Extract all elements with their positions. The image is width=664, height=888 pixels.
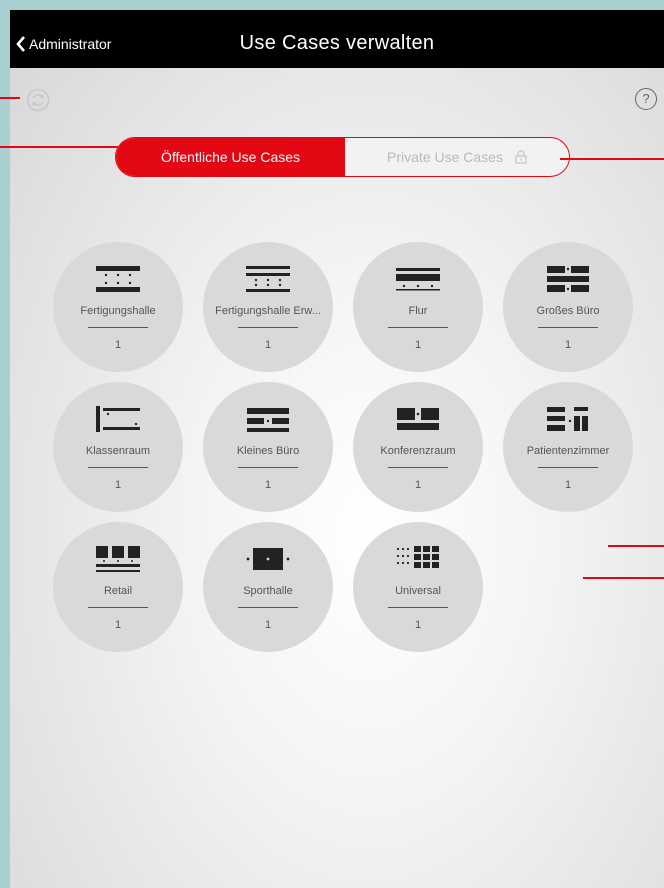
divider: [388, 467, 448, 468]
public-use-cases-label: Öffentliche Use Cases: [160, 149, 301, 165]
use-case-count: 1: [114, 619, 122, 631]
use-case-label: Retail: [103, 585, 133, 597]
layout-sporthalle-icon: [246, 548, 290, 570]
use-case-label: Patientenzimmer: [526, 445, 610, 457]
layout-fertigungshalle-erweitert-icon: [246, 266, 290, 292]
divider: [238, 467, 298, 468]
use-case-label: Großes Büro: [536, 305, 600, 317]
divider: [88, 467, 148, 468]
private-use-cases-label: Private Use Cases: [387, 149, 503, 165]
callout-line-grid-1: [608, 545, 664, 547]
divider: [238, 327, 298, 328]
use-case-card-kleines-buero[interactable]: Kleines Büro 1: [203, 382, 333, 512]
callout-line-grid-2: [583, 577, 664, 579]
layout-flur-icon: [396, 268, 440, 291]
layout-kleines-buero-icon: [247, 408, 289, 432]
use-case-card-klassenraum[interactable]: Klassenraum 1: [53, 382, 183, 512]
use-case-label: Kleines Büro: [236, 445, 300, 457]
use-case-card-fertigungshalle-erweitert[interactable]: Fertigungshalle Erw... 1: [203, 242, 333, 372]
use-case-label: Universal: [395, 585, 441, 597]
use-case-count: 1: [564, 339, 572, 351]
divider: [88, 607, 148, 608]
use-case-card-flur[interactable]: Flur 1: [353, 242, 483, 372]
use-case-card-retail[interactable]: Retail 1: [53, 522, 183, 652]
use-case-label: Flur: [408, 305, 428, 317]
use-case-count: 1: [564, 479, 572, 491]
app-screen: Administrator Use Cases verwalten ? Öffe…: [10, 10, 664, 888]
layout-klassenraum-icon: [96, 406, 140, 432]
use-case-card-universal[interactable]: Universal 1: [353, 522, 483, 652]
callout-line-private-tab: [560, 158, 664, 160]
public-use-cases-tab[interactable]: Öffentliche Use Cases: [116, 138, 345, 176]
use-case-label: Sporthalle: [243, 585, 293, 597]
divider: [238, 607, 298, 608]
use-case-label: Fertigungshalle: [80, 305, 156, 317]
divider: [88, 327, 148, 328]
layout-retail-icon: [96, 546, 140, 572]
use-case-count: 1: [264, 339, 272, 351]
layout-fertigungshalle-icon: [96, 266, 140, 292]
page-title: Use Cases verwalten: [239, 32, 435, 54]
layout-patientenzimmer-icon: [547, 407, 588, 431]
use-case-count: 1: [414, 339, 422, 351]
use-case-count: 1: [114, 479, 122, 491]
use-case-count: 1: [114, 339, 122, 351]
divider: [388, 607, 448, 608]
use-case-label: Konferenzraum: [380, 445, 456, 457]
use-case-label: Fertigungshalle Erw...: [215, 305, 321, 317]
divider: [538, 467, 598, 468]
use-case-count: 1: [414, 479, 422, 491]
help-icon[interactable]: ?: [635, 88, 657, 110]
private-use-cases-tab[interactable]: Private Use Cases: [345, 138, 569, 176]
refresh-icon[interactable]: [26, 88, 50, 112]
top-bar: Administrator Use Cases verwalten: [10, 10, 664, 68]
use-case-count: 1: [414, 619, 422, 631]
lock-icon: [515, 150, 527, 164]
use-case-card-grosses-buero[interactable]: Großes Büro 1: [503, 242, 633, 372]
divider: [538, 327, 598, 328]
callout-line-refresh: [0, 97, 20, 99]
use-case-card-sporthalle[interactable]: Sporthalle 1: [203, 522, 333, 652]
use-case-scope-toggle: Öffentliche Use Cases Private Use Cases: [115, 137, 570, 177]
layout-grosses-buero-icon: [547, 266, 589, 292]
layout-konferenzraum-icon: [397, 408, 439, 430]
use-case-card-konferenzraum[interactable]: Konferenzraum 1: [353, 382, 483, 512]
use-case-count: 1: [264, 619, 272, 631]
layout-universal-icon: [396, 546, 439, 568]
use-case-label: Klassenraum: [85, 445, 151, 457]
use-case-card-patientenzimmer[interactable]: Patientenzimmer 1: [503, 382, 633, 512]
divider: [388, 327, 448, 328]
use-case-count: 1: [264, 479, 272, 491]
use-case-card-fertigungshalle[interactable]: Fertigungshalle 1: [53, 242, 183, 372]
callout-line-public-tab: [0, 146, 118, 148]
